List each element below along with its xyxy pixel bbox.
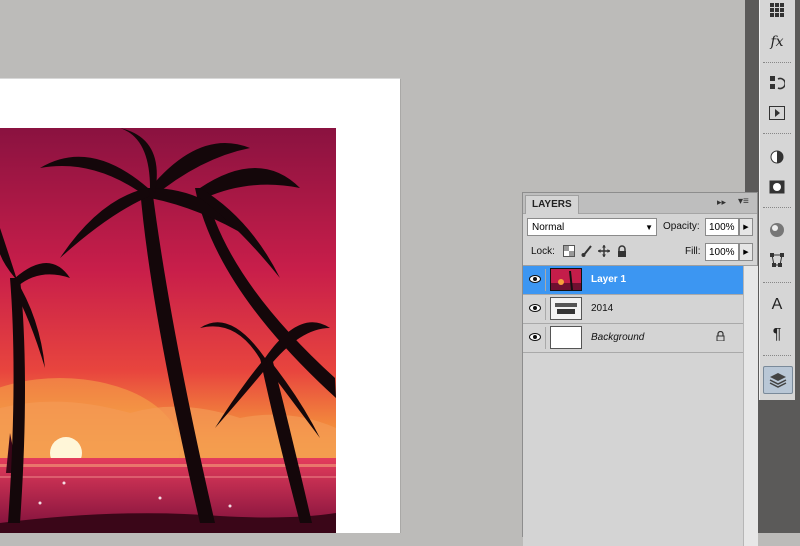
dock-separator	[763, 207, 791, 208]
opacity-field[interactable]: 100%	[705, 218, 739, 236]
layer-name: 2014	[591, 303, 614, 314]
paragraph-icon[interactable]: ¶	[766, 325, 788, 345]
eye-visibility-icon[interactable]	[525, 269, 546, 291]
eye-visibility-icon[interactable]	[525, 298, 546, 320]
layer-thumbnail	[550, 326, 582, 349]
layer-name: Background	[591, 332, 645, 343]
actions-play-icon[interactable]	[766, 103, 788, 123]
fill-label: Fill:	[685, 246, 701, 257]
eye-visibility-icon[interactable]	[525, 327, 546, 349]
fill-field[interactable]: 100%	[705, 243, 739, 261]
layer-row[interactable]: Layer 1	[523, 266, 743, 295]
masks-icon[interactable]	[766, 177, 788, 197]
lock-transparent-pixels-icon[interactable]	[563, 245, 575, 257]
adjustments-icon[interactable]	[766, 147, 788, 167]
layer-list: Layer 1 2014 Background	[523, 265, 758, 546]
transform-icon[interactable]	[766, 250, 788, 270]
layer-name: Layer 1	[591, 274, 627, 285]
chevron-down-icon: ▼	[645, 223, 653, 232]
opacity-label: Opacity:	[663, 221, 700, 232]
blend-row: Normal ▼ Opacity: 100% ▶	[527, 218, 755, 238]
panel-menu-icon[interactable]: ▾≡	[738, 196, 749, 207]
tab-layers[interactable]: LAYERS	[525, 195, 579, 214]
dock-separator	[763, 133, 791, 134]
lock-row: Lock: Fill: 100% ▶	[527, 243, 755, 263]
layer-row[interactable]: Background	[523, 324, 743, 353]
layer-thumbnail	[550, 268, 582, 291]
blend-mode-value: Normal	[532, 222, 565, 233]
layer-list-scrollbar[interactable]	[743, 266, 758, 546]
layers-panel: LAYERS ▸▸ ▾≡ Normal ▼ Opacity: 100% ▶ Lo…	[522, 192, 758, 546]
swatches-grid-icon[interactable]	[766, 0, 788, 20]
fx-styles-icon[interactable]: fx	[766, 32, 788, 52]
lock-image-pixels-icon[interactable]	[581, 245, 593, 257]
lock-label: Lock:	[531, 246, 555, 257]
lock-icon	[716, 330, 725, 344]
fill-slider-button[interactable]: ▶	[739, 243, 753, 261]
layer-thumbnail	[550, 297, 582, 320]
layers-icon[interactable]	[763, 366, 793, 394]
collapse-panel-icon[interactable]: ▸▸	[717, 197, 726, 208]
history-icon[interactable]	[766, 73, 788, 93]
blend-mode-select[interactable]: Normal ▼	[527, 218, 657, 236]
character-icon[interactable]: A	[766, 295, 788, 315]
opacity-slider-button[interactable]: ▶	[739, 218, 753, 236]
dock-icon-column: fx A ¶	[759, 0, 795, 400]
lock-position-icon[interactable]	[598, 245, 610, 257]
dock-separator	[763, 282, 791, 283]
lock-all-icon[interactable]	[616, 245, 628, 257]
dock-separator	[763, 62, 791, 63]
layer-row[interactable]: 2014	[523, 295, 743, 324]
3d-icon[interactable]	[766, 220, 788, 240]
panel-header: LAYERS ▸▸ ▾≡	[523, 193, 757, 214]
sunset-palm-artwork	[0, 128, 336, 533]
dock-separator	[763, 355, 791, 356]
